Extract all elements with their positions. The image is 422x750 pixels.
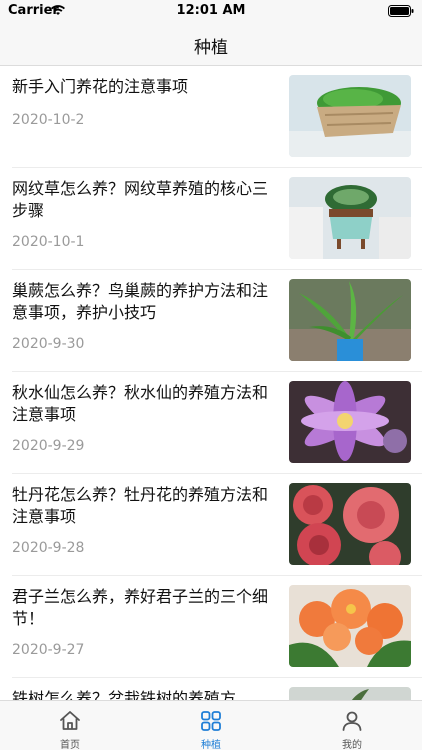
- article-title: 秋水仙怎么养？秋水仙的养殖方法和注意事项: [12, 383, 269, 424]
- page-title: 种植: [194, 38, 228, 58]
- user-icon: [342, 711, 362, 731]
- tab-mine[interactable]: 我的: [282, 701, 422, 750]
- list-item[interactable]: 秋水仙怎么养？秋水仙的养殖方法和注意事项 2020-9-29: [0, 372, 422, 474]
- tab-planting[interactable]: 种植: [141, 701, 281, 750]
- article-date: 2020-10-1: [12, 234, 85, 250]
- tab-label: 我的: [342, 740, 362, 750]
- article-thumbnail: [289, 279, 411, 361]
- article-title: 巢蕨怎么养？鸟巢蕨的养护方法和注意事项，养护小技巧: [12, 281, 269, 322]
- article-thumbnail: [289, 381, 411, 463]
- tab-label: 种植: [201, 740, 221, 750]
- tab-home[interactable]: 首页: [0, 701, 140, 750]
- article-date: 2020-9-27: [12, 642, 85, 658]
- grid-icon: [201, 711, 221, 731]
- home-icon: [60, 711, 80, 730]
- article-title: 网纹草怎么养？网纹草养殖的核心三步骤: [12, 179, 269, 220]
- list-item[interactable]: 君子兰怎么养，养好君子兰的三个细节！ 2020-9-27: [0, 576, 422, 678]
- list-item[interactable]: 网纹草怎么养？网纹草养殖的核心三步骤 2020-10-1: [0, 168, 422, 270]
- tab-label: 首页: [60, 740, 80, 750]
- article-date: 2020-9-28: [12, 540, 85, 556]
- article-title: 君子兰怎么养，养好君子兰的三个细节！: [12, 587, 269, 628]
- article-date: 2020-10-2: [12, 112, 85, 128]
- list-item[interactable]: 牡丹花怎么养？牡丹花的养殖方法和注意事项 2020-9-28: [0, 474, 422, 576]
- clock: 12:01 AM: [176, 3, 246, 18]
- status-bar: Carrier 12:01 AM: [0, 0, 422, 22]
- article-thumbnail: [289, 483, 411, 565]
- article-thumbnail: [289, 585, 411, 667]
- list-item[interactable]: 新手入门养花的注意事项 2020-10-2: [0, 66, 422, 168]
- article-date: 2020-9-30: [12, 336, 85, 352]
- navigation-bar: 种植: [0, 22, 422, 66]
- article-thumbnail: [289, 687, 411, 700]
- list-item[interactable]: 铁树怎么养？盆栽铁树的养殖方: [0, 678, 422, 700]
- article-thumbnail: [289, 75, 411, 157]
- list-item[interactable]: 巢蕨怎么养？鸟巢蕨的养护方法和注意事项，养护小技巧 2020-9-30: [0, 270, 422, 372]
- battery-icon: [388, 5, 414, 17]
- article-date: 2020-9-29: [12, 438, 85, 454]
- article-title: 铁树怎么养？盆栽铁树的养殖方: [12, 689, 237, 700]
- article-title: 新手入门养花的注意事项: [12, 77, 189, 96]
- tab-bar: 首页 种植 我的: [0, 700, 422, 750]
- article-title: 牡丹花怎么养？牡丹花的养殖方法和注意事项: [12, 485, 269, 526]
- article-list[interactable]: 新手入门养花的注意事项 2020-10-2 网纹草怎么养？网纹草养殖的核心三步骤…: [0, 66, 422, 700]
- article-thumbnail: [289, 177, 411, 259]
